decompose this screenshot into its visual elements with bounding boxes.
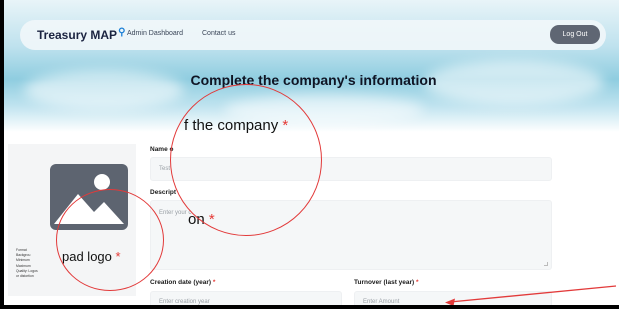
browser-frame: Treasury MAP⚲ Admin Dashboard Contact us… (0, 0, 619, 309)
annotation-arrow (445, 285, 617, 305)
